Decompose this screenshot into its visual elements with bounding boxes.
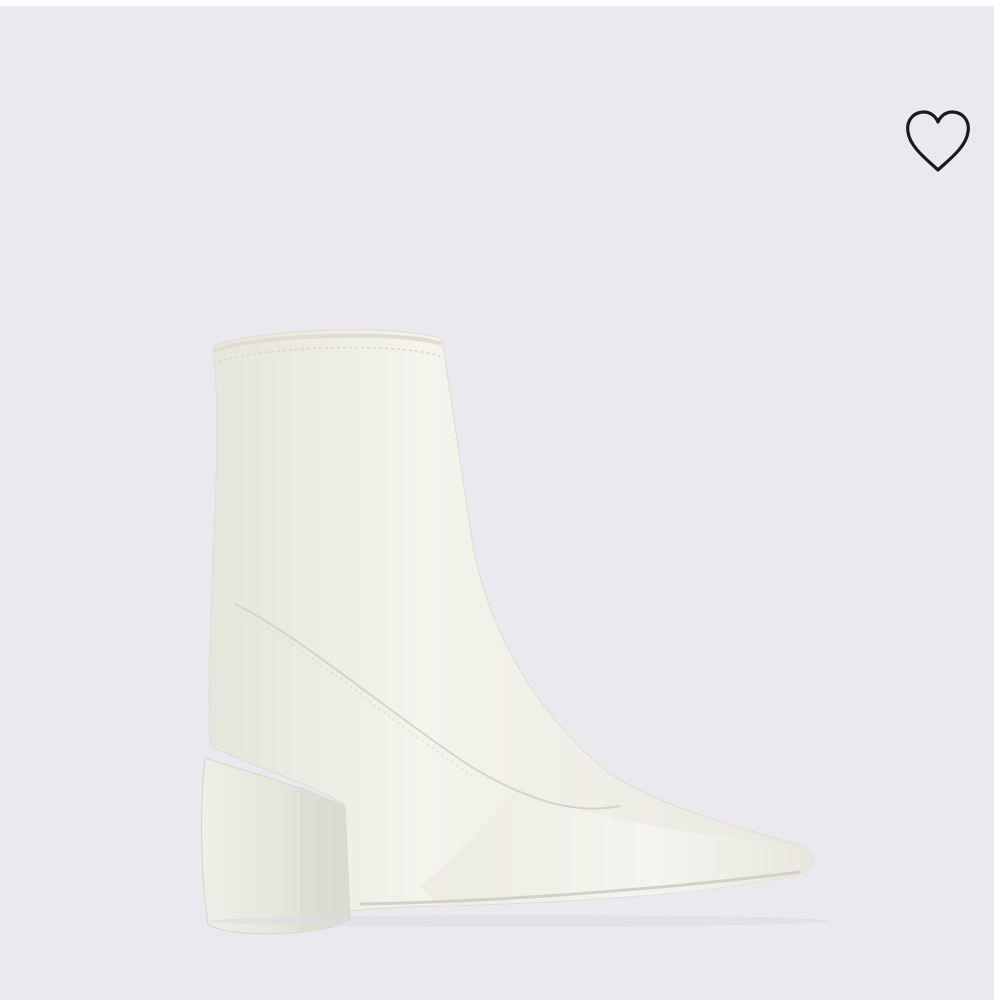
heel-front-face	[300, 786, 350, 932]
boot-shadow	[210, 915, 830, 927]
wishlist-button[interactable]	[900, 106, 976, 178]
boot-product-image[interactable]	[0, 6, 994, 1000]
heart-outline-icon	[906, 110, 970, 172]
product-image-frame	[0, 0, 1000, 1000]
product-image-panel	[0, 6, 994, 1000]
